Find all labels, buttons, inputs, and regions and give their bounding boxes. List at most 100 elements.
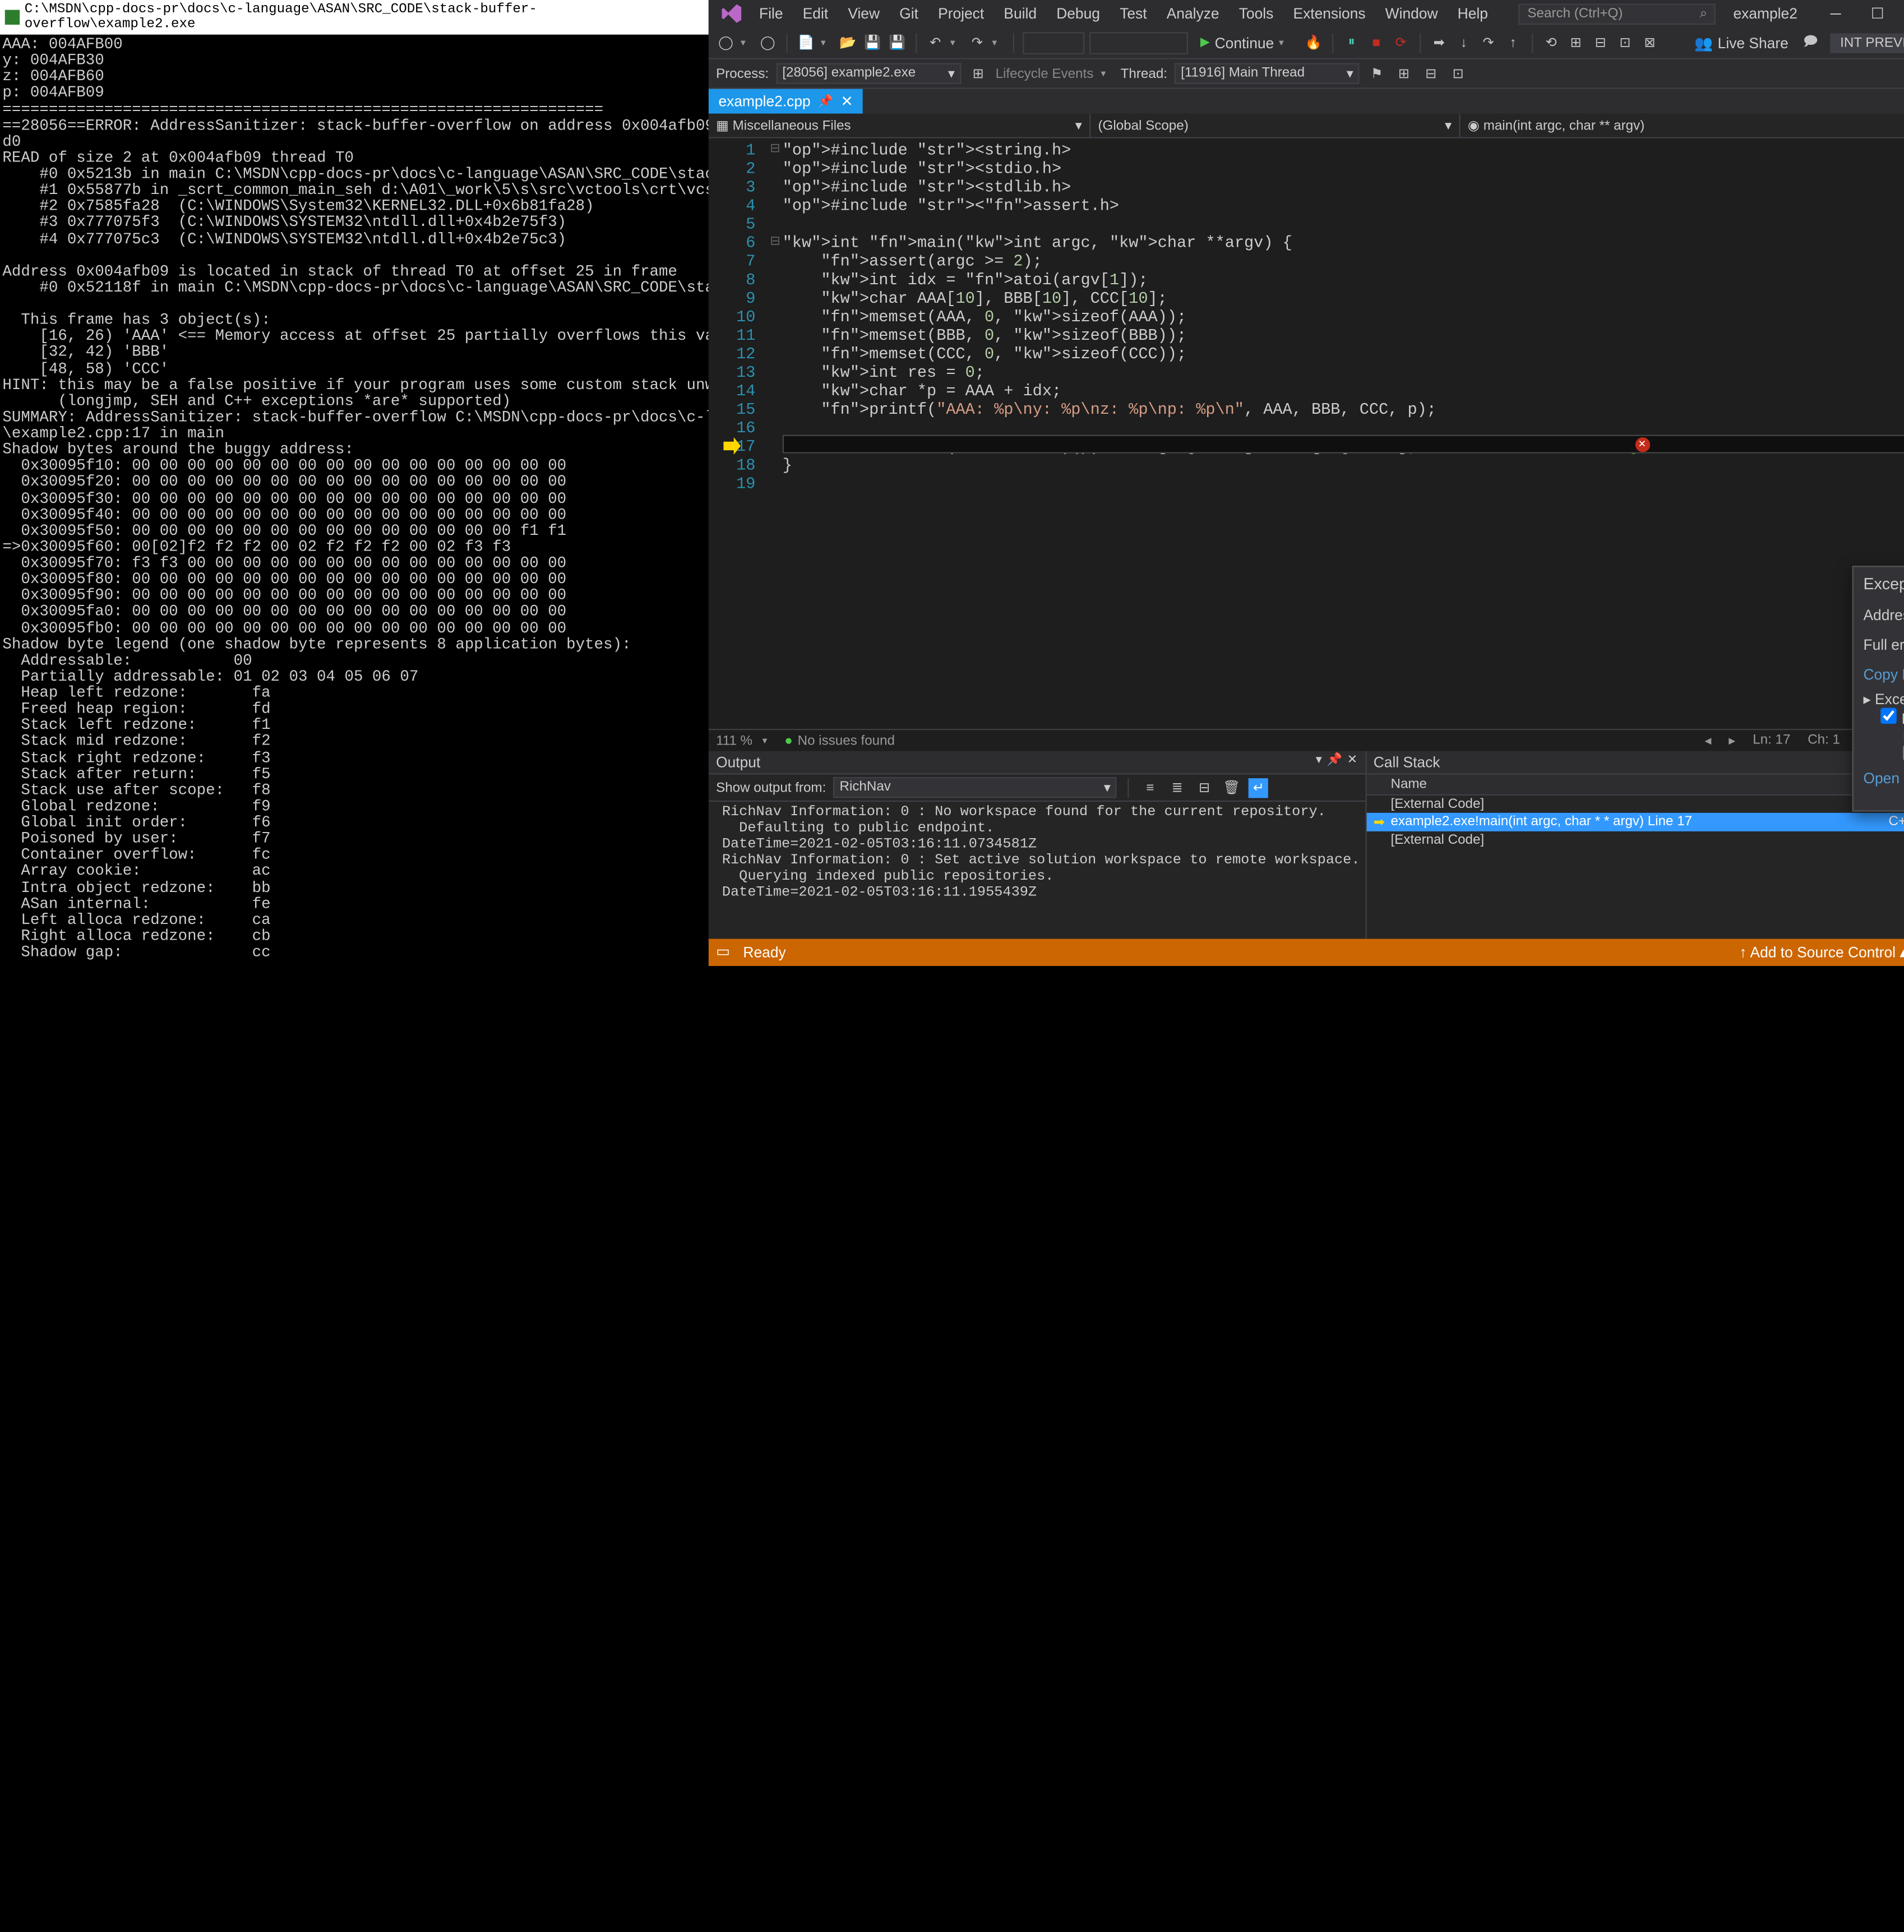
hot-reload-icon[interactable]: 🔥 — [1304, 33, 1323, 52]
cs-row: [External Code] — [1366, 796, 1904, 813]
code-editor[interactable]: 12345678910111213141516171819 ⊟ ⊟ "op">#… — [709, 138, 1904, 729]
live-share-icon: 👥 — [1694, 34, 1713, 52]
process-dropdown[interactable]: [28056] example2.exe▾ — [776, 63, 961, 84]
output-close-icon[interactable]: ✕ — [1347, 754, 1357, 771]
lifecycle-label[interactable]: Lifecycle Events — [996, 66, 1094, 81]
tool-icon-2[interactable]: ⊞ — [1566, 33, 1586, 52]
minimize-button[interactable]: ─ — [1815, 0, 1857, 27]
tool-icon-5[interactable]: ⊠ — [1640, 33, 1660, 52]
step-over-icon[interactable]: ↷ — [1478, 33, 1498, 52]
lifecycle-icon[interactable]: ⊞ — [968, 63, 988, 83]
output-source-dropdown[interactable]: RichNav▾ — [834, 777, 1117, 798]
fold-gutter[interactable]: ⊟ ⊟ — [768, 138, 782, 729]
live-share-button[interactable]: 👥 Live Share — [1687, 34, 1796, 52]
break-checkbox[interactable]: Break when this exception type is thrown — [1880, 710, 1904, 728]
pin-icon[interactable]: 📌 — [818, 95, 833, 108]
editor-status-bar: 111 % ▾ ● No issues found ◂ ▸ Ln: 17 Ch:… — [709, 729, 1904, 751]
dbg-tool-3[interactable]: ⊡ — [1448, 63, 1468, 83]
tab-example2-cpp[interactable]: example2.cpp 📌 ✕ — [709, 89, 863, 114]
menu-view[interactable]: View — [839, 2, 888, 25]
int-preview-badge[interactable]: INT PREVIEW — [1831, 33, 1904, 52]
search-box[interactable]: Search (Ctrl+Q) ⌕ — [1519, 3, 1716, 24]
dbg-tool-2[interactable]: ⊟ — [1421, 63, 1441, 83]
current-frame-icon: ➡ — [1374, 814, 1391, 830]
cs-name-header[interactable]: Name — [1374, 777, 1889, 792]
callstack-rows[interactable]: [External Code] ➡example2.exe!main(int a… — [1366, 796, 1904, 939]
menu-analyze[interactable]: Analyze — [1158, 2, 1228, 25]
save-icon[interactable]: 💾 — [863, 33, 882, 52]
scope-dropdown[interactable]: (Global Scope)▾ — [1090, 114, 1460, 137]
menu-window[interactable]: Window — [1376, 2, 1447, 25]
output-tool-5[interactable]: ↵ — [1249, 778, 1268, 797]
output-pane: Output ▾ 📌 ✕ Show output from: RichNav▾ … — [709, 751, 1366, 939]
new-item-icon[interactable]: 📄 — [796, 33, 816, 52]
open-icon[interactable]: 📂 — [838, 33, 858, 52]
menu-build[interactable]: Build — [995, 2, 1045, 25]
restart-icon[interactable]: ⟳ — [1391, 33, 1411, 52]
maximize-button[interactable]: ☐ — [1856, 0, 1898, 27]
char-info[interactable]: Ch: 1 — [1808, 733, 1840, 749]
zoom-level[interactable]: 111 % — [716, 733, 752, 748]
member-dropdown[interactable]: ◉ main(int argc, char ** argv)▾ — [1461, 114, 1904, 137]
feedback-icon[interactable]: 🗩 — [1801, 33, 1820, 52]
step-into-icon[interactable]: ↓ — [1454, 33, 1473, 52]
thread-dropdown[interactable]: [11916] Main Thread▾ — [1175, 63, 1360, 84]
console-window: C:\MSDN\cpp-docs-pr\docs\c-language\ASAN… — [0, 0, 709, 966]
add-source-control[interactable]: ↑ Add to Source Control ▴ — [1739, 944, 1904, 961]
copy-details-link[interactable]: Copy Details — [1863, 666, 1904, 683]
stop-icon[interactable]: ■ — [1366, 33, 1386, 52]
break-all-icon[interactable]: ⏸ — [1342, 33, 1361, 52]
thread-label: Thread: — [1121, 66, 1167, 81]
status-icon[interactable]: ▭ — [716, 942, 736, 962]
line-info[interactable]: Ln: 17 — [1753, 733, 1790, 749]
nav-right-icon[interactable]: ▸ — [1729, 733, 1735, 749]
menu-project[interactable]: Project — [930, 2, 993, 25]
config-dropdown[interactable] — [1023, 31, 1084, 54]
tool-icon-1[interactable]: ⟲ — [1541, 33, 1561, 52]
nav-left-icon[interactable]: ◂ — [1704, 733, 1711, 749]
output-pin-icon[interactable]: 📌 — [1327, 754, 1342, 771]
nav-back-icon[interactable]: ◯ — [716, 33, 736, 52]
platform-dropdown[interactable] — [1089, 31, 1188, 54]
menu-tools[interactable]: Tools — [1230, 2, 1282, 25]
menu-extensions[interactable]: Extensions — [1284, 2, 1374, 25]
debug-toolbar: Process: [28056] example2.exe▾ ⊞ Lifecyc… — [709, 59, 1904, 89]
output-text[interactable]: RichNav Information: 0 : No workspace fo… — [709, 802, 1365, 939]
search-icon: ⌕ — [1700, 6, 1708, 22]
error-glyph-icon[interactable]: ✕ — [1635, 437, 1649, 452]
cs-row-current: ➡example2.exe!main(int argc, char * * ar… — [1366, 813, 1904, 831]
continue-button[interactable]: ▶ Continue ▾ — [1193, 34, 1298, 52]
dbg-tool-1[interactable]: ⊞ — [1394, 63, 1413, 83]
tab-close-icon[interactable]: ✕ — [840, 93, 853, 110]
redo-icon[interactable]: ↷ — [967, 33, 987, 52]
menu-debug[interactable]: Debug — [1048, 2, 1109, 25]
tool-icon-4[interactable]: ⊡ — [1615, 33, 1635, 52]
issues-status[interactable]: No issues found — [798, 733, 895, 748]
menu-edit[interactable]: Edit — [794, 2, 837, 25]
code-body[interactable]: "op">#include "str"><string.h>"op">#incl… — [783, 138, 1904, 729]
open-exception-settings-link[interactable]: Open Exception Settings — [1863, 770, 1904, 787]
save-all-icon[interactable]: 💾 — [888, 33, 907, 52]
menu-test[interactable]: Test — [1111, 2, 1156, 25]
tool-icon-3[interactable]: ⊟ — [1591, 33, 1610, 52]
output-tool-3[interactable]: ⊟ — [1195, 778, 1214, 797]
output-tool-1[interactable]: ≡ — [1140, 778, 1160, 797]
output-dd-icon[interactable]: ▾ — [1316, 754, 1322, 771]
menu-help[interactable]: Help — [1449, 2, 1496, 25]
console-output[interactable]: AAA: 004AFB00 y: 004AFB30 z: 004AFB60 p:… — [0, 35, 709, 964]
console-titlebar[interactable]: C:\MSDN\cpp-docs-pr\docs\c-language\ASAN… — [0, 0, 709, 35]
menu-file[interactable]: File — [751, 2, 792, 25]
menu-git[interactable]: Git — [891, 2, 927, 25]
exception-settings-header[interactable]: ▸ Exception Settings — [1863, 691, 1904, 708]
output-tool-2[interactable]: ≣ — [1167, 778, 1187, 797]
nav-fwd-icon[interactable]: ◯ — [758, 33, 778, 52]
show-next-icon[interactable]: ➡ — [1429, 33, 1449, 52]
stack-frame-icon[interactable]: ⚑ — [1367, 63, 1387, 83]
resize-grip-icon[interactable]: ⋰ — [1863, 787, 1904, 801]
output-tool-4[interactable]: 🗑 — [1222, 778, 1241, 797]
close-button[interactable]: ✕ — [1898, 0, 1904, 27]
step-out-icon[interactable]: ↑ — [1503, 33, 1523, 52]
project-dropdown[interactable]: ▦ Miscellaneous Files▾ — [709, 114, 1090, 137]
undo-icon[interactable]: ↶ — [926, 33, 945, 52]
status-bar: ▭ Ready ↑ Add to Source Control ▴ 🔔 — [709, 939, 1904, 966]
